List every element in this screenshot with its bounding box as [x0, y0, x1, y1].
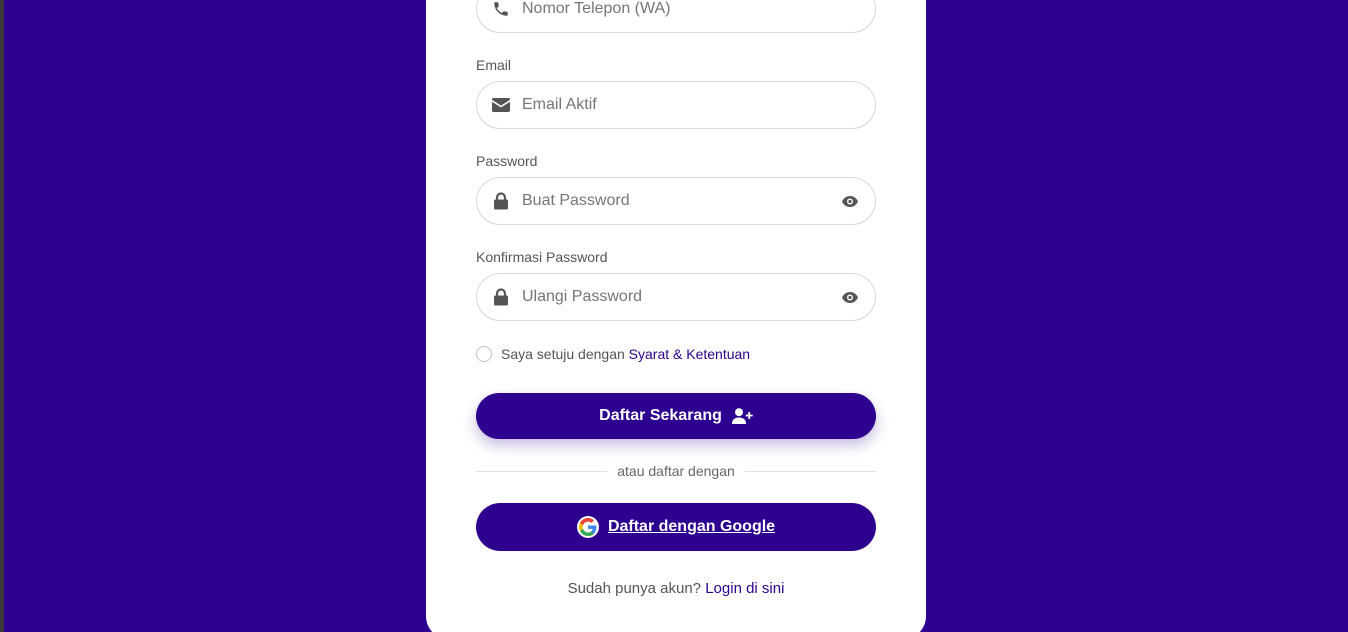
email-field[interactable] [476, 81, 876, 129]
password-label: Password [476, 153, 538, 169]
login-prompt-text: Sudah punya akun? [567, 580, 702, 597]
phone-input[interactable] [522, 0, 832, 32]
confirm-password-label: Konfirmasi Password [476, 249, 608, 265]
google-signup-button[interactable]: Daftar dengan Google [476, 503, 876, 551]
login-prompt: Sudah punya akun? Login di sini [476, 580, 876, 597]
register-button[interactable]: Daftar Sekarang [476, 393, 876, 439]
password-input[interactable] [522, 178, 832, 224]
terms-checkbox[interactable] [476, 346, 492, 362]
phone-field[interactable] [476, 0, 876, 33]
confirm-password-field[interactable] [476, 273, 876, 321]
divider-line [744, 470, 877, 472]
google-icon [576, 516, 599, 538]
terms-text: Saya setuju dengan [501, 346, 625, 362]
divider-line [476, 470, 608, 472]
window-edge [0, 0, 4, 632]
confirm-password-input[interactable] [522, 274, 832, 320]
envelope-icon [491, 82, 511, 128]
or-divider: atau daftar dengan [476, 462, 877, 480]
register-button-label: Daftar Sekarang [599, 407, 722, 424]
user-plus-icon [731, 408, 753, 424]
email-label: Email [476, 57, 512, 73]
terms-row: Saya setuju dengan Syarat & Ketentuan [476, 345, 750, 363]
login-link[interactable]: Login di sini [705, 580, 784, 597]
eye-icon[interactable] [839, 274, 861, 320]
lock-icon [491, 178, 511, 224]
lock-icon [491, 274, 511, 320]
phone-icon [491, 0, 511, 32]
password-field[interactable] [476, 177, 876, 225]
eye-icon[interactable] [839, 178, 861, 224]
google-signup-label: Daftar dengan Google [607, 518, 776, 535]
terms-link[interactable]: Syarat & Ketentuan [629, 346, 750, 362]
email-input[interactable] [522, 82, 832, 128]
divider-text: atau daftar dengan [617, 463, 735, 479]
